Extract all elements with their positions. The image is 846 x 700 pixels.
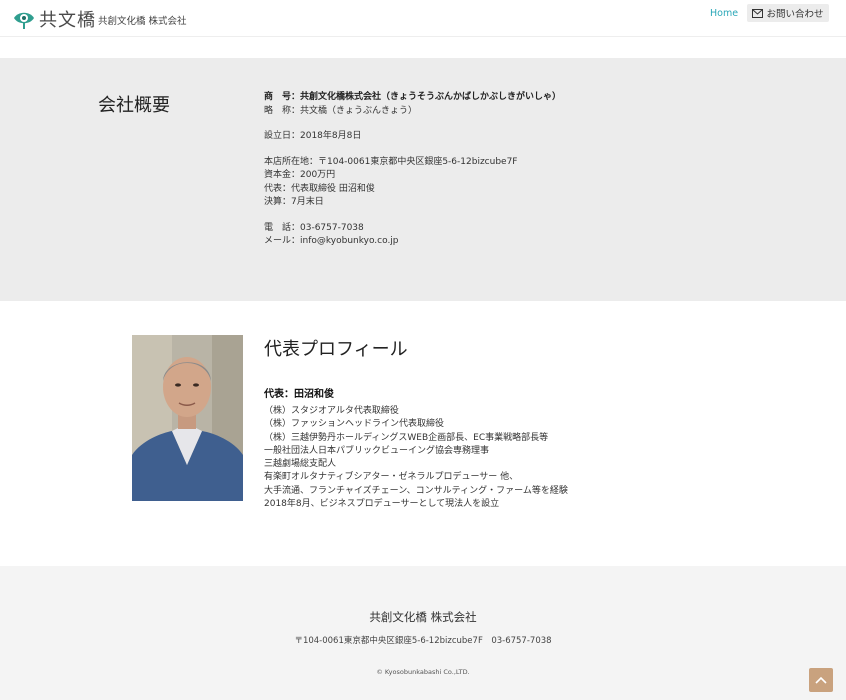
profile-title: 代表プロフィール bbox=[264, 339, 408, 360]
envelope-icon bbox=[752, 8, 764, 18]
chevron-up-icon bbox=[815, 676, 827, 684]
company-capital: 資本金：200万円 bbox=[264, 170, 336, 180]
company-overview-title: 会社概要 bbox=[98, 95, 170, 116]
representative-name: 代表：田沼和俊 bbox=[264, 389, 334, 400]
bio-line: 一般社団法人日本パブリックビューイング協会専務理事 bbox=[264, 445, 490, 456]
contact-button[interactable]: お問い合わせ bbox=[747, 4, 829, 22]
company-email: メール：info@kyobunkyo.co.jp bbox=[264, 236, 399, 246]
footer-copyright: © Kyosobunkabashi Co.,LTD. bbox=[376, 668, 470, 676]
company-trade-name: 商 号：共創文化橋株式会社（きょうそうぶんかばしかぶしきがいしゃ） bbox=[264, 92, 562, 102]
logo-icon[interactable] bbox=[12, 6, 36, 30]
contact-button-label: お問い合わせ bbox=[766, 9, 824, 20]
site-header: 共文橋 共創文化橋 株式会社 Home お問い合わせ bbox=[0, 0, 846, 37]
company-info: 商 号：共創文化橋株式会社（きょうそうぶんかばしかぶしきがいしゃ） 略 称：共文… bbox=[264, 91, 561, 249]
bio-line: 2018年8月、ビジネスプロデューサーとして現法人を設立 bbox=[264, 499, 500, 510]
bio-line: 大手流通、フランチャイズチェーン、コンサルティング・ファーム等を経験 bbox=[264, 485, 568, 496]
representative-bio: （株）スタジオアルタ代表取締役 （株）ファッションヘッドライン代表取締役 （株）… bbox=[264, 405, 568, 511]
company-overview-section: 会社概要 商 号：共創文化橋株式会社（きょうそうぶんかばしかぶしきがいしゃ） 略… bbox=[0, 58, 846, 301]
site-footer: 共創文化橋 株式会社 〒104-0061東京都中央区銀座5-6-12bizcub… bbox=[0, 566, 846, 700]
bio-line: （株）スタジオアルタ代表取締役 bbox=[264, 406, 399, 416]
scroll-to-top-button[interactable] bbox=[809, 668, 833, 692]
bio-line: 有楽町オルタナティブシアター・ゼネラルプロデューサー 他、 bbox=[264, 472, 519, 483]
company-address: 本店所在地：〒104-0061東京都中央区銀座5-6-12bizcube7F bbox=[264, 156, 518, 167]
bio-line: （株）三越伊勢丹ホールディングスWEB企画部長、EC事業戦略部長等 bbox=[264, 432, 549, 443]
bio-line: （株）ファッションヘッドライン代表取締役 bbox=[264, 419, 445, 430]
site-subtitle: 共創文化橋 株式会社 bbox=[98, 16, 187, 27]
footer-address: 〒104-0061東京都中央区銀座5-6-12bizcube7F 03-6757… bbox=[294, 636, 552, 646]
company-fiscal-year: 決算：7月末日 bbox=[264, 197, 324, 207]
footer-company-name: 共創文化橋 株式会社 bbox=[369, 610, 477, 624]
company-phone: 電 話：03-6757-7038 bbox=[264, 222, 364, 233]
site-name[interactable]: 共文橋 bbox=[39, 6, 96, 32]
representative-photo bbox=[132, 335, 243, 501]
company-founded: 設立日：2018年8月8日 bbox=[264, 131, 362, 141]
bio-line: 三越劇場総支配人 bbox=[264, 459, 337, 470]
nav-home-link[interactable]: Home bbox=[710, 8, 738, 19]
company-representative: 代表：代表取締役 田沼和俊 bbox=[264, 183, 375, 194]
company-short-name: 略 称：共文橋（きょうぶんきょう） bbox=[264, 105, 418, 116]
